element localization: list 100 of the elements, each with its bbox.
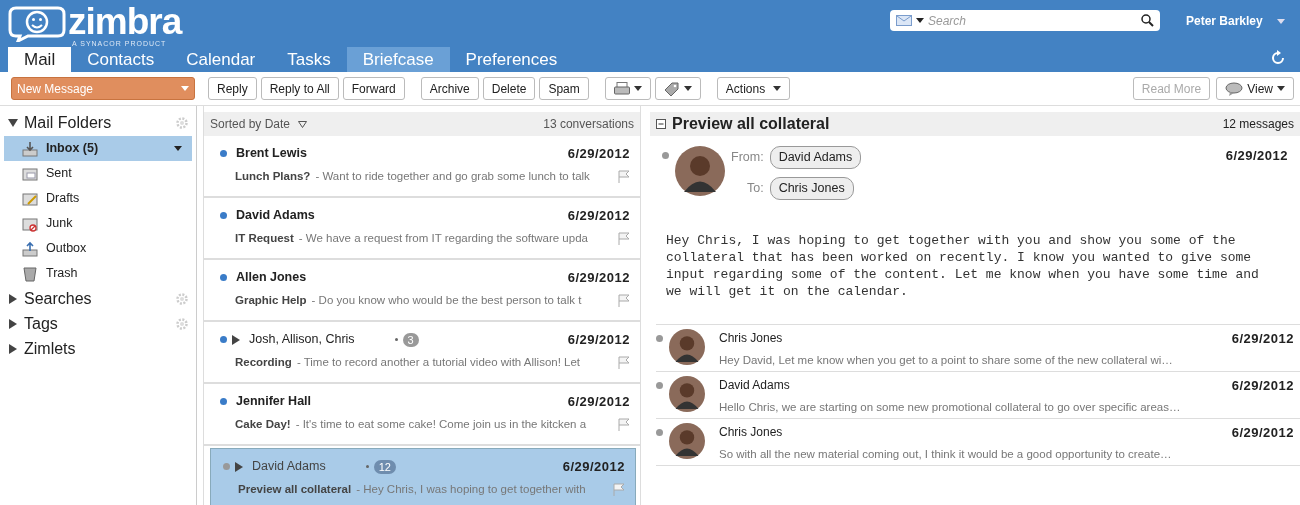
expand-arrow-icon[interactable] (8, 318, 18, 329)
folder-item[interactable]: Junk (4, 211, 192, 236)
folder-icon (22, 165, 38, 182)
message-snippet: - Hey Chris, I was hoping to get together with (356, 481, 586, 497)
app-tab[interactable]: Contacts (71, 47, 171, 72)
folder-item[interactable]: Inbox (5) (4, 136, 192, 161)
message-body: Hey Chris, I was hoping to get together with you and show you some of the collateral that has been worked on recently. I know you wanted to give some input regarding some of the content. Let me know when you have some time and we will get it on the calendar. (666, 231, 1260, 300)
sender-chip[interactable]: David Adams (769, 146, 862, 169)
toolbar-button[interactable]: Delete (482, 77, 536, 100)
message-subject: Cake Day! (235, 416, 291, 432)
message-date: 6/29/2012 (1231, 423, 1294, 442)
app-tab[interactable]: Preferences (449, 47, 574, 72)
expand-arrow-icon[interactable] (232, 334, 240, 345)
message-snippet: - Want to ride together and go grab some lunch to talk (315, 168, 590, 184)
folder-item[interactable]: Outbox (4, 236, 192, 261)
conversation-item[interactable]: David Adams 6/29/2012 IT Request - We have a request from IT regarding the software upda (204, 198, 640, 260)
message-snippet: - Do you know who would be the best person to talk t (311, 292, 582, 308)
conversation-item[interactable]: Allen Jones 6/29/2012 Graphic Help - Do you know who would be the best person to talk t (204, 260, 640, 322)
avatar-icon (669, 328, 705, 365)
conversation-item[interactable]: Josh, Allison, Chris 3 6/29/2012 Recording - Time to record another a tutorial video with Allison! Let (204, 322, 640, 384)
to-label: To: (745, 179, 764, 197)
recipient-chip[interactable]: Chris Jones (769, 176, 854, 200)
avatar-icon (675, 146, 725, 196)
logo-text: zimbra (68, 4, 182, 40)
smiley-logo-icon (8, 4, 66, 42)
message-snippet: - We have a request from IT regarding the software upda (298, 230, 588, 246)
folder-item[interactable]: Drafts (4, 186, 192, 211)
message-count: 12 messages (1222, 116, 1294, 133)
read-status-dot (656, 381, 663, 389)
separator-dot-icon (394, 338, 398, 342)
message-count-badge: 3 (402, 332, 419, 347)
sender-name: David Adams (252, 458, 326, 476)
user-menu[interactable]: Peter Barkley (1186, 12, 1263, 30)
collapse-arrow-icon[interactable] (8, 118, 18, 128)
printer-icon (613, 81, 630, 96)
search-icon[interactable] (1141, 14, 1154, 27)
sort-icon[interactable] (298, 120, 308, 128)
thread-message[interactable]: David Adams 6/29/2012 Hello Chris, we are starting on some new promotional collateral to go over specific areas… (656, 371, 1300, 419)
message-count-badge: 12 (373, 459, 396, 474)
toolbar-button[interactable]: Forward (342, 77, 405, 100)
sidebar-section[interactable]: Zimlets (24, 336, 188, 361)
sender-name: Chris Jones (719, 329, 783, 347)
message-subject: Graphic Help (235, 292, 307, 308)
sidebar-section[interactable]: Searches (24, 286, 176, 311)
sender-name: David Adams (719, 376, 790, 394)
conversation-item[interactable]: Jennifer Hall 6/29/2012 Cake Day! - It's time to eat some cake! Come join us in the kitcken a (204, 384, 640, 446)
message-snippet: Hey David, Let me know when you get to a point to share some of the new collateral wi… (719, 353, 1174, 368)
app-tab[interactable]: Mail (8, 47, 72, 72)
sender-name: Jennifer Hall (236, 393, 312, 411)
message-date: 6/29/2012 (567, 145, 630, 163)
message-date: 6/29/2012 (567, 269, 630, 287)
avatar-icon (669, 375, 705, 412)
toolbar-button[interactable]: Reply (208, 77, 257, 100)
folder-blocked-icon (22, 215, 38, 232)
message-subject: Recording (235, 354, 292, 370)
app-tab[interactable]: Calendar (170, 47, 272, 72)
from-label: From: (731, 149, 764, 166)
tag-menu-button[interactable] (654, 77, 701, 100)
message-date: 6/29/2012 (1231, 329, 1294, 348)
message-date: 6/29/2012 (567, 331, 630, 349)
message-snippet: - It's time to eat some cake! Come join us in the kitcken a (295, 416, 587, 432)
sender-name: David Adams (236, 207, 315, 225)
avatar-icon (669, 422, 705, 459)
message-date: 6/29/2012 (1231, 376, 1294, 395)
separator-dot-icon (365, 465, 369, 469)
sidebar-section[interactable]: Tags (24, 311, 176, 336)
thread-message[interactable]: Chris Jones 6/29/2012 So with all the new material coming out, I think it would be a good opportunity to create… (656, 418, 1300, 466)
message-date: 6/29/2012 (567, 393, 630, 411)
expand-arrow-icon[interactable] (8, 293, 18, 304)
message-snippet: - Time to record another a tutorial video with Allison! Let (296, 354, 581, 370)
toolbar-button[interactable]: Spam (539, 77, 589, 100)
actions-menu-button[interactable]: Actions (716, 77, 791, 100)
caret-icon (916, 18, 924, 23)
sort-label[interactable]: Sorted by Date (210, 115, 291, 133)
sender-name: Brent Lewis (236, 145, 307, 163)
app-tab[interactable]: Tasks (271, 47, 347, 72)
outbox-tray-icon (22, 240, 38, 257)
print-menu-button[interactable] (604, 77, 651, 100)
toolbar-button[interactable]: Archive (420, 77, 479, 100)
sidebar-section[interactable]: Mail Folders (24, 111, 176, 135)
refresh-icon[interactable] (1270, 50, 1286, 66)
expand-arrow-icon[interactable] (235, 461, 243, 472)
message-date: 6/29/2012 (567, 207, 630, 225)
folder-item[interactable]: Sent (4, 161, 192, 186)
caret-icon (773, 86, 782, 91)
search-field[interactable]: Search (890, 10, 1160, 31)
expand-arrow-icon[interactable] (8, 343, 18, 354)
toolbar-button[interactable]: Reply to All (260, 77, 339, 100)
caret-icon (174, 146, 182, 151)
conversation-item[interactable]: Brent Lewis 6/29/2012 Lunch Plans? - Want to ride together and go grab some lunch to talk (204, 136, 640, 198)
thread-message[interactable]: Chris Jones 6/29/2012 Hey David, Let me know when you get to a point to share some of the new collateral wi… (656, 324, 1300, 372)
sender-name: Chris Jones (719, 423, 783, 441)
view-menu-button[interactable]: View (1216, 77, 1294, 100)
caret-icon (633, 86, 642, 91)
caret-icon (683, 86, 692, 91)
read-status-dot (656, 428, 663, 436)
message-subject: IT Request (235, 230, 294, 246)
folder-item[interactable]: Trash (4, 261, 192, 286)
conversation-item[interactable]: David Adams 12 6/29/2012 Preview all collateral - Hey Chris, I was hoping to get together with (210, 448, 636, 505)
collapse-icon[interactable] (656, 119, 666, 129)
